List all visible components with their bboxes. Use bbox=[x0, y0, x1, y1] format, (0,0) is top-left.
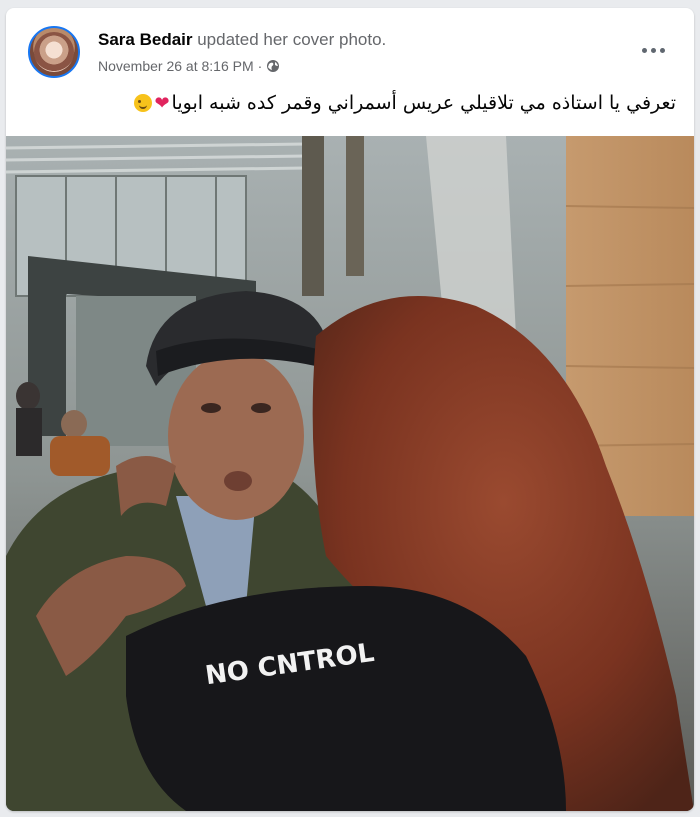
palm-trunk bbox=[346, 136, 364, 276]
globe-icon[interactable] bbox=[266, 59, 280, 73]
cover-photo-illustration: NO CNTROL bbox=[6, 136, 694, 811]
post-action-text: updated her cover photo. bbox=[192, 30, 387, 49]
post-timestamp[interactable]: November 26 at 8:16 PM bbox=[98, 58, 254, 74]
caption-text: تعرفي يا استاذه مي تلاقيلي عريس أسمراني … bbox=[171, 92, 676, 114]
post-meta: November 26 at 8:16 PM · bbox=[98, 58, 280, 74]
more-dot bbox=[659, 47, 665, 53]
background-person bbox=[50, 436, 110, 476]
heart-emoji-icon: ❤ bbox=[154, 93, 170, 114]
wink-emoji-icon bbox=[134, 94, 153, 112]
post-header: Sara Bedair updated her cover photo. bbox=[98, 30, 386, 50]
post-card: Sara Bedair updated her cover photo. Nov… bbox=[6, 8, 694, 811]
more-dot bbox=[641, 47, 647, 53]
man-face bbox=[168, 352, 304, 520]
cover-photo[interactable]: NO CNTROL bbox=[6, 136, 694, 811]
avatar[interactable] bbox=[28, 26, 80, 78]
background-person bbox=[61, 410, 87, 438]
meta-separator: · bbox=[257, 58, 263, 74]
man-eye bbox=[251, 403, 271, 413]
post-caption: تعرفي يا استاذه مي تلاقيلي عريس أسمراني … bbox=[134, 92, 676, 114]
author-name-link[interactable]: Sara Bedair bbox=[98, 30, 193, 49]
man-lips bbox=[224, 471, 252, 491]
avatar-image bbox=[34, 32, 74, 72]
more-options-button[interactable] bbox=[636, 36, 670, 64]
palm-trunk bbox=[302, 136, 324, 296]
background-person bbox=[16, 408, 42, 456]
background-person bbox=[16, 382, 40, 410]
more-dot bbox=[650, 47, 656, 53]
man-eye bbox=[201, 403, 221, 413]
